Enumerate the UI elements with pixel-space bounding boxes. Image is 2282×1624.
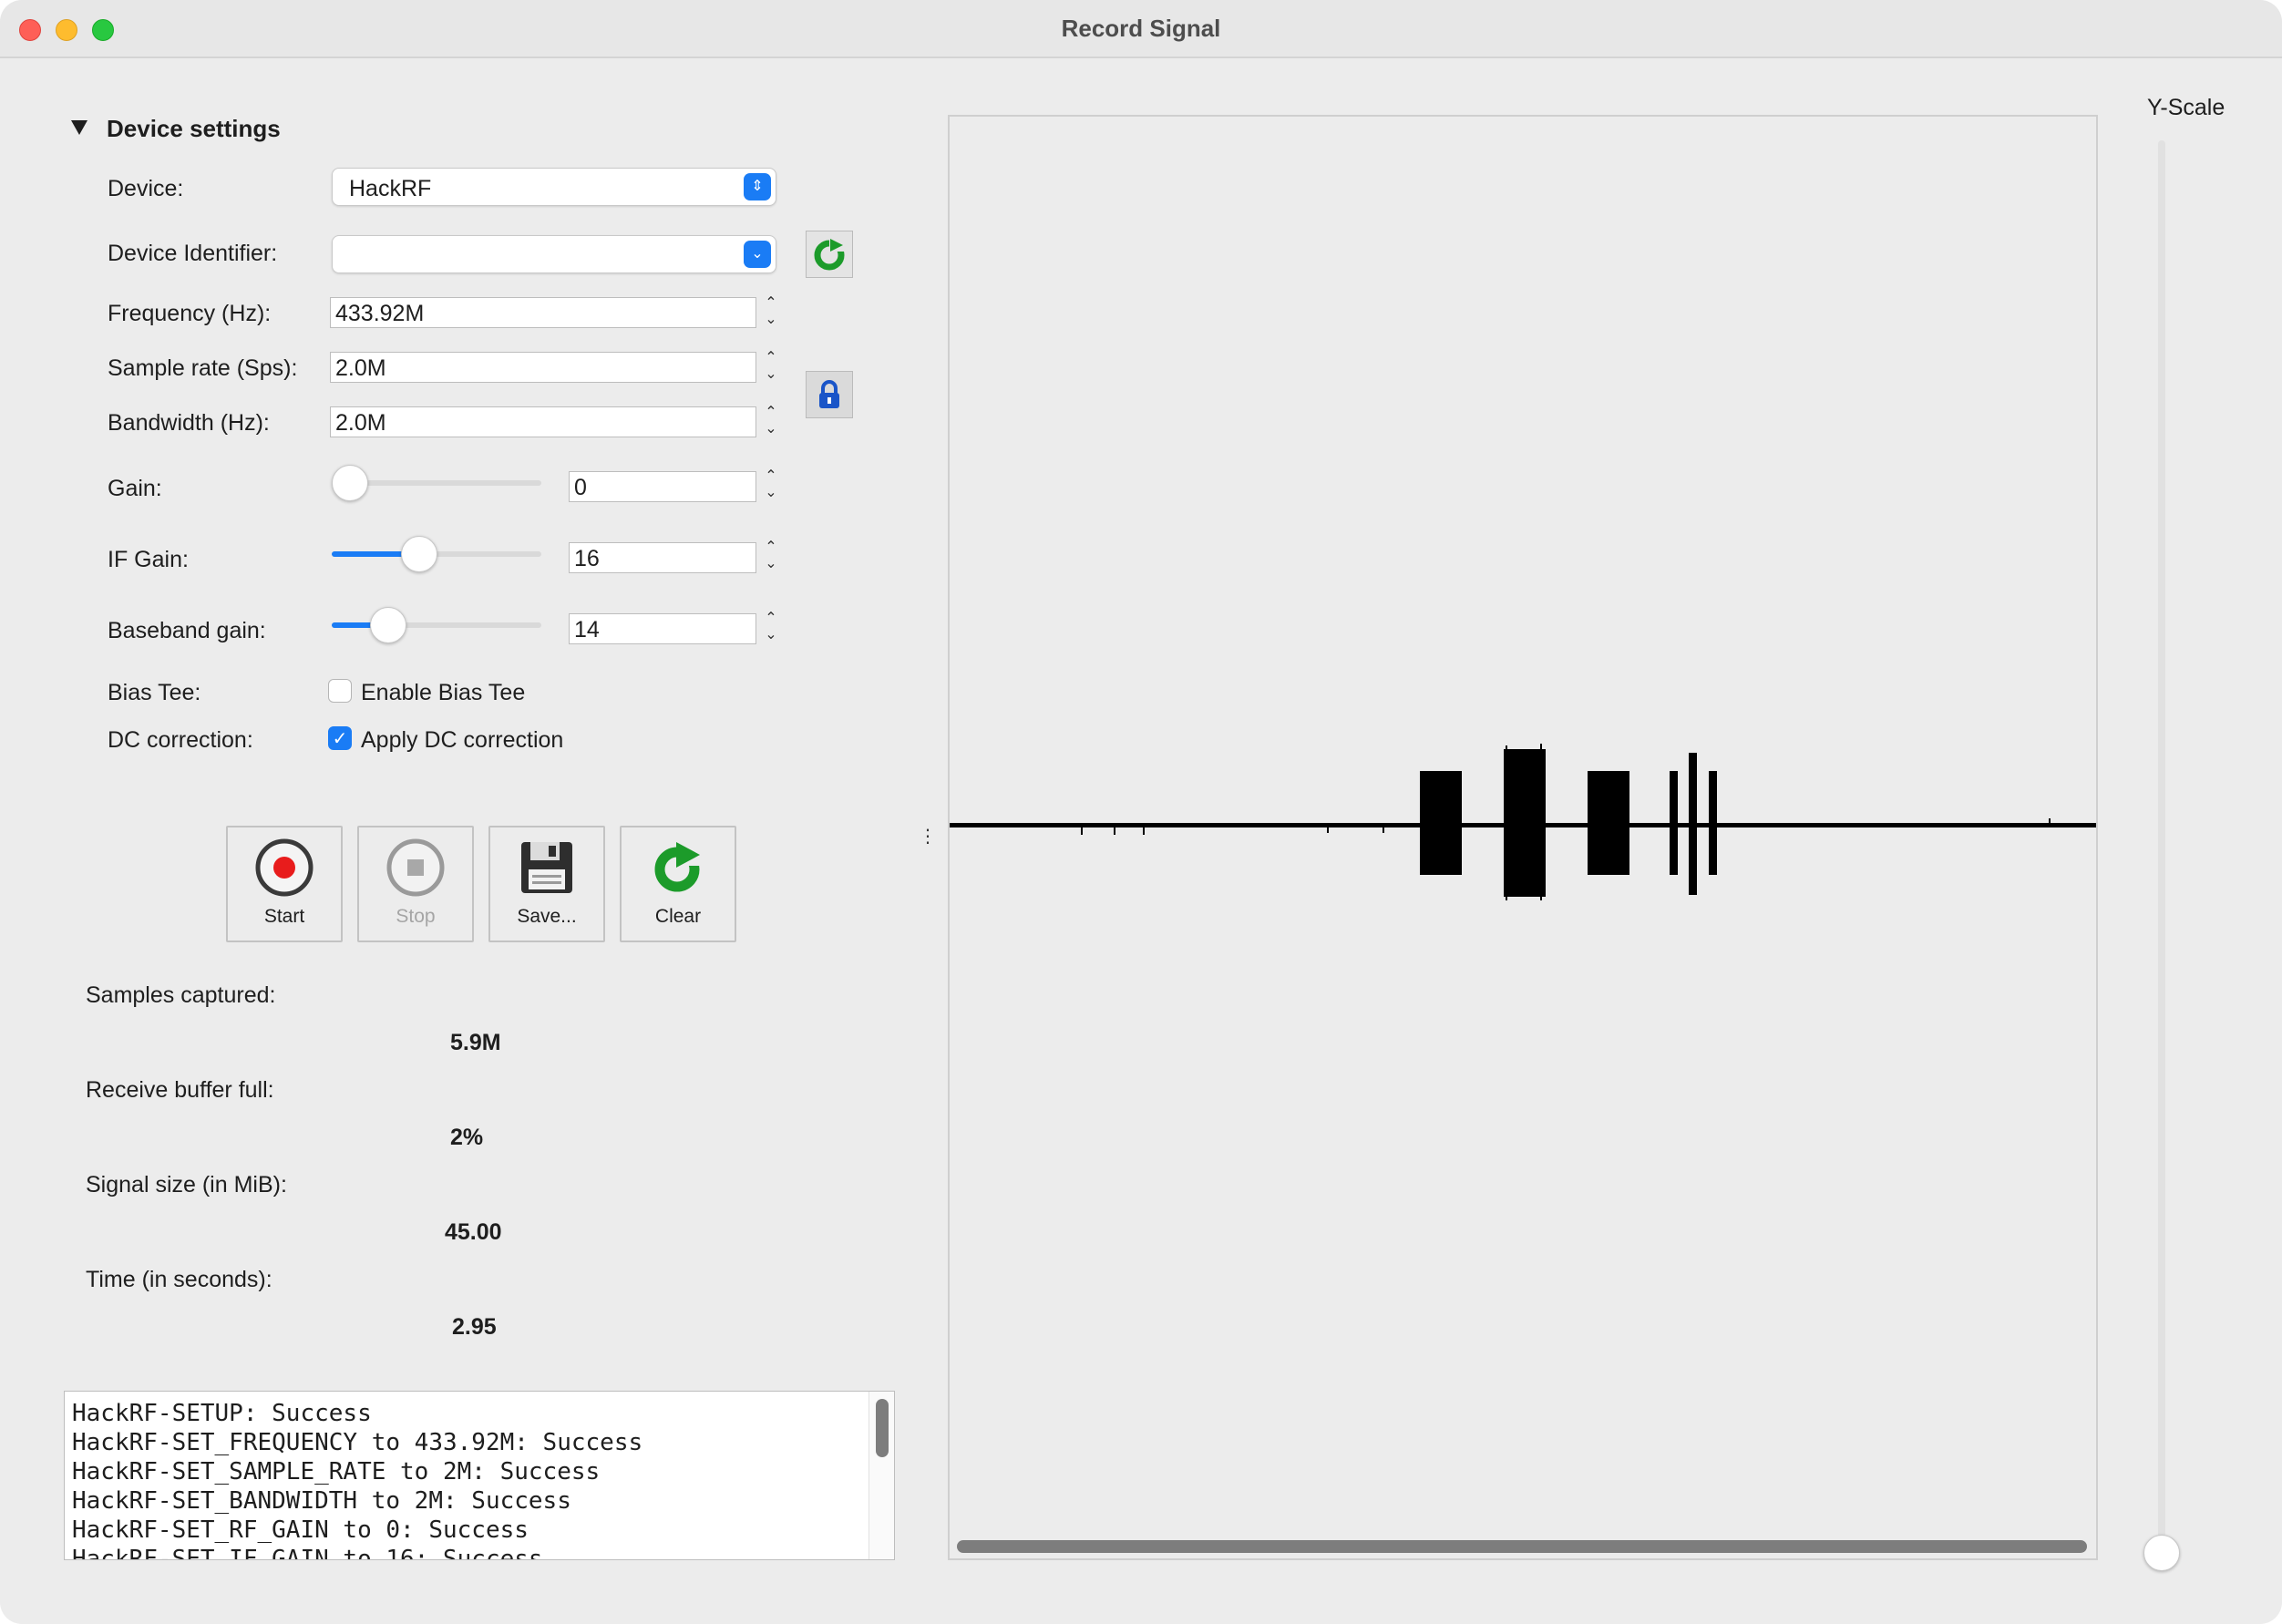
splitter-handle-icon[interactable]: ⋮ bbox=[919, 825, 937, 848]
plot-horizontal-scrollbar[interactable] bbox=[957, 1540, 2087, 1553]
time-value: 2.95 bbox=[452, 1314, 497, 1340]
clear-refresh-icon bbox=[654, 842, 704, 892]
signal-burst bbox=[1670, 771, 1678, 875]
receive-buffer-value: 2% bbox=[450, 1125, 484, 1150]
sample-rate-label: Sample rate (Sps): bbox=[108, 355, 298, 381]
log-line: HackRF-SET_RF_GAIN to 0: Success bbox=[72, 1516, 529, 1544]
gain-label: Gain: bbox=[108, 476, 162, 501]
clear-button[interactable]: Clear bbox=[620, 826, 736, 942]
if-gain-label: IF Gain: bbox=[108, 547, 189, 572]
y-scale-label: Y-Scale bbox=[2147, 95, 2225, 120]
sample-rate-value: 2.0M bbox=[335, 355, 386, 381]
signal-burst bbox=[1504, 749, 1546, 897]
chevron-down-icon: ⌄ bbox=[744, 241, 771, 268]
frequency-input[interactable]: 433.92M bbox=[330, 297, 756, 328]
device-label: Device: bbox=[108, 176, 184, 201]
log-lines: HackRF-SETUP: Success HackRF-SET_FREQUEN… bbox=[65, 1392, 894, 1560]
log-line: HackRF-SET_BANDWIDTH to 2M: Success bbox=[72, 1487, 571, 1515]
signal-burst bbox=[1420, 771, 1462, 875]
device-value: HackRF bbox=[349, 176, 432, 201]
frequency-value: 433.92M bbox=[335, 301, 425, 326]
save-button[interactable]: Save... bbox=[488, 826, 605, 942]
gain-slider-knob[interactable] bbox=[332, 465, 368, 501]
record-icon bbox=[255, 838, 314, 897]
signal-burst bbox=[1689, 753, 1697, 895]
if-gain-input[interactable]: 16 bbox=[569, 542, 756, 573]
baseband-gain-value: 14 bbox=[574, 617, 600, 642]
y-scale-slider-track[interactable] bbox=[2158, 140, 2165, 1551]
baseband-gain-stepper[interactable]: ⌃ ⌄ bbox=[761, 611, 781, 647]
bandwidth-value: 2.0M bbox=[335, 410, 386, 436]
frequency-stepper[interactable]: ⌃ ⌄ bbox=[761, 295, 781, 332]
lock-bandwidth-button[interactable] bbox=[806, 371, 853, 418]
log-line: HackRF-SET_FREQUENCY to 433.92M: Success bbox=[72, 1429, 643, 1456]
signal-size-value: 45.00 bbox=[445, 1219, 502, 1245]
apply-dc-correction-text[interactable]: Apply DC correction bbox=[361, 727, 563, 754]
signal-plot[interactable] bbox=[948, 115, 2098, 1560]
signal-size-label: Signal size (in MiB): bbox=[86, 1172, 287, 1197]
clear-label: Clear bbox=[654, 906, 702, 927]
log-line: HackRF-SETUP: Success bbox=[72, 1400, 372, 1427]
device-settings-header[interactable]: Device settings bbox=[107, 115, 281, 143]
refresh-devices-button[interactable] bbox=[806, 231, 853, 278]
signal-waveform bbox=[950, 744, 2096, 900]
enable-bias-tee-text[interactable]: Enable Bias Tee bbox=[361, 680, 525, 706]
disclosure-triangle-icon[interactable] bbox=[71, 120, 87, 135]
if-gain-slider-knob[interactable] bbox=[401, 536, 437, 572]
receive-buffer-label: Receive buffer full: bbox=[86, 1077, 274, 1103]
record-signal-window: Record Signal Device settings Device: Ha… bbox=[0, 0, 2282, 1624]
samples-captured-label: Samples captured: bbox=[86, 982, 276, 1008]
device-identifier-label: Device Identifier: bbox=[108, 241, 278, 266]
gain-value: 0 bbox=[574, 475, 587, 500]
bandwidth-input[interactable]: 2.0M bbox=[330, 406, 756, 437]
lock-icon bbox=[819, 380, 839, 408]
log-line: HackRF-SET_IF_GAIN to 16: Success bbox=[72, 1546, 543, 1560]
stop-icon bbox=[386, 838, 445, 897]
save-label: Save... bbox=[517, 906, 577, 927]
device-combobox[interactable]: HackRF ⇕ bbox=[332, 168, 776, 206]
window-title: Record Signal bbox=[1061, 15, 1221, 42]
enable-bias-tee-checkbox[interactable] bbox=[328, 679, 352, 703]
sample-rate-stepper[interactable]: ⌃ ⌄ bbox=[761, 350, 781, 386]
stop-label: Stop bbox=[396, 906, 436, 927]
device-identifier-combobox[interactable]: ⌄ bbox=[332, 235, 776, 273]
y-scale-slider-knob[interactable] bbox=[2143, 1535, 2180, 1571]
if-gain-stepper[interactable]: ⌃ ⌄ bbox=[761, 540, 781, 576]
start-label: Start bbox=[263, 906, 305, 927]
stop-button[interactable]: Stop bbox=[357, 826, 474, 942]
baseband-gain-input[interactable]: 14 bbox=[569, 613, 756, 644]
sample-rate-input[interactable]: 2.0M bbox=[330, 352, 756, 383]
dc-correction-label: DC correction: bbox=[108, 727, 253, 753]
bias-tee-label: Bias Tee: bbox=[108, 680, 201, 705]
title-bar: Record Signal bbox=[0, 0, 2282, 58]
log-output[interactable]: HackRF-SETUP: Success HackRF-SET_FREQUEN… bbox=[64, 1391, 895, 1560]
baseband-gain-slider-knob[interactable] bbox=[370, 607, 406, 643]
refresh-icon bbox=[814, 239, 845, 271]
updown-chevron-icon: ⇕ bbox=[744, 173, 771, 200]
gain-input[interactable]: 0 bbox=[569, 471, 756, 502]
bandwidth-label: Bandwidth (Hz): bbox=[108, 410, 270, 436]
signal-burst bbox=[1588, 771, 1629, 875]
log-line: HackRF-SET_SAMPLE_RATE to 2M: Success bbox=[72, 1458, 601, 1485]
apply-dc-correction-checkbox[interactable]: ✓ bbox=[328, 726, 352, 750]
frequency-label: Frequency (Hz): bbox=[108, 301, 272, 326]
samples-captured-value: 5.9M bbox=[450, 1030, 501, 1055]
if-gain-value: 16 bbox=[574, 546, 600, 571]
gain-stepper[interactable]: ⌃ ⌄ bbox=[761, 468, 781, 505]
baseband-gain-label: Baseband gain: bbox=[108, 618, 266, 643]
bandwidth-stepper[interactable]: ⌃ ⌄ bbox=[761, 405, 781, 441]
log-scrollbar-thumb[interactable] bbox=[876, 1399, 889, 1457]
start-button[interactable]: Start bbox=[226, 826, 343, 942]
time-label: Time (in seconds): bbox=[86, 1267, 272, 1292]
signal-burst bbox=[1709, 771, 1717, 875]
floppy-disk-icon bbox=[521, 842, 572, 893]
